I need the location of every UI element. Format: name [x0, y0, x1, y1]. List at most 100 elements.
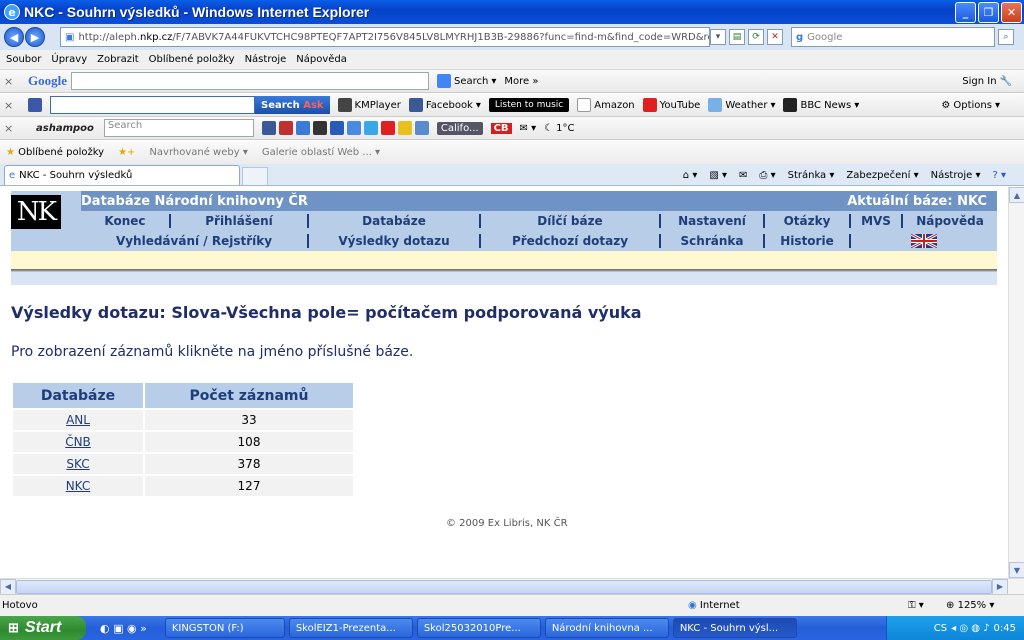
- nav-historie[interactable]: Historie: [765, 234, 851, 248]
- close-toolbar-icon[interactable]: ×: [4, 99, 18, 112]
- menu-napoveda[interactable]: Nápověda: [296, 54, 347, 65]
- web-slice-gallery[interactable]: Galerie oblastí Web ... ▾: [262, 147, 380, 158]
- stop-icon[interactable]: ✕: [767, 29, 783, 45]
- help-icon[interactable]: ? ▾: [992, 170, 1006, 181]
- task-narodni[interactable]: Národní knihovna ...: [544, 618, 669, 638]
- feeds-icon[interactable]: ▧ ▾: [709, 170, 727, 181]
- address-input[interactable]: ▣ http://aleph. nkp.cz/F/7ABVK7A44FUKVTCH…: [60, 27, 710, 47]
- radio-icon[interactable]: [312, 121, 327, 135]
- kmplayer-button[interactable]: KMPlayer: [337, 98, 401, 112]
- ashampoo-search-input[interactable]: Search: [103, 119, 254, 137]
- address-dropdown-icon[interactable]: ▾: [710, 29, 726, 45]
- nav-schranka[interactable]: Schránka: [661, 234, 765, 248]
- db-link-anl[interactable]: ANL: [66, 413, 90, 427]
- nk-logo[interactable]: NK: [11, 195, 61, 229]
- facebook-button[interactable]: Facebook ▾: [408, 98, 481, 112]
- language-indicator[interactable]: CS: [934, 623, 947, 634]
- compat-view-icon[interactable]: ▤: [729, 29, 745, 45]
- minimize-button[interactable]: _: [955, 2, 976, 23]
- quicklaunch-icons[interactable]: ◐ ▣ ◉ »: [100, 622, 147, 635]
- nav-dilci-baze[interactable]: Dílčí báze: [481, 214, 661, 228]
- print-icon[interactable]: ⎙ ▾: [759, 170, 775, 181]
- task-skoleiz1[interactable]: SkolEIZ1-Prezenta...: [288, 618, 413, 638]
- vertical-scrollbar[interactable]: ▲ ▼: [1008, 187, 1024, 578]
- weather-location[interactable]: Califo...: [436, 121, 483, 135]
- menu-upravy[interactable]: Úpravy: [51, 54, 87, 65]
- deals-icon[interactable]: [397, 121, 412, 135]
- ask-search-input[interactable]: [50, 96, 255, 114]
- youtube-icon[interactable]: [380, 121, 395, 135]
- suggested-sites[interactable]: Navrhované weby ▾: [149, 147, 247, 158]
- forward-button[interactable]: ▶: [25, 27, 45, 47]
- tools-menu[interactable]: Nástroje ▾: [931, 170, 981, 181]
- google-more-button[interactable]: More »: [504, 76, 538, 87]
- nav-napoveda[interactable]: Nápověda: [903, 214, 997, 228]
- close-button[interactable]: ✕: [1001, 2, 1022, 23]
- bbc-news-button[interactable]: BBC News ▾: [783, 98, 859, 112]
- maximize-button[interactable]: ❐: [978, 2, 999, 23]
- back-button[interactable]: ◀: [4, 27, 24, 47]
- nav-otazky[interactable]: Otázky: [765, 214, 851, 228]
- options-button[interactable]: ⚙ Options ▾: [941, 100, 1000, 111]
- media-icon[interactable]: [278, 121, 293, 135]
- zone-indicator[interactable]: ◉ Internet: [688, 600, 740, 611]
- nav-predchozi[interactable]: Předchozí dotazy: [481, 234, 661, 248]
- clock[interactable]: 0:45: [994, 623, 1016, 634]
- scroll-left-arrow[interactable]: ◀: [0, 578, 16, 595]
- weather-button[interactable]: Weather ▾: [708, 98, 775, 112]
- security-menu[interactable]: Zabezpečení ▾: [846, 170, 918, 181]
- db-link-nkc[interactable]: NKC: [66, 479, 91, 493]
- amazon-button[interactable]: Amazon: [577, 98, 635, 112]
- google-search-input[interactable]: [71, 72, 429, 90]
- menu-nastroje[interactable]: Nástroje: [245, 54, 287, 65]
- youtube-button[interactable]: YouTube: [642, 98, 700, 112]
- nav-nastaveni[interactable]: Nastavení: [661, 214, 765, 228]
- menu-oblibene[interactable]: Oblíbené položky: [149, 54, 235, 65]
- zoom-button[interactable]: ⊕ 125% ▾: [946, 600, 994, 611]
- task-kingston[interactable]: KINGSTON (F:): [164, 618, 285, 638]
- mail-icon[interactable]: ✉ ▾: [520, 123, 537, 134]
- menu-soubor[interactable]: Soubor: [6, 54, 41, 65]
- protected-mode-icon[interactable]: ⚿ ▾: [908, 600, 924, 611]
- games-icon[interactable]: [346, 121, 361, 135]
- google-search-button[interactable]: Search ▾: [437, 74, 496, 88]
- email-icon[interactable]: [414, 121, 429, 135]
- scroll-down-arrow[interactable]: ▼: [1009, 562, 1024, 578]
- refresh-icon[interactable]: ⟳: [748, 29, 764, 45]
- english-flag-icon[interactable]: [851, 232, 997, 250]
- tab-nkc[interactable]: e NKC - Souhrn výsledků: [4, 165, 240, 185]
- news-icon[interactable]: [329, 121, 344, 135]
- page-menu[interactable]: Stránka ▾: [788, 170, 835, 181]
- twitter-icon[interactable]: [363, 121, 378, 135]
- nav-mvs[interactable]: MVS: [851, 214, 903, 228]
- tray-icons[interactable]: ◂ ◎ ◍ ♪: [951, 623, 989, 634]
- listen-music-button[interactable]: Listen to music: [488, 98, 570, 112]
- browser-search-input[interactable]: g Google: [791, 27, 995, 47]
- horizontal-scrollbar[interactable]: ◀ ▶: [0, 578, 1024, 595]
- db-link-skc[interactable]: SKC: [66, 457, 89, 471]
- add-favorite-icon[interactable]: ★+: [118, 147, 135, 158]
- home-icon[interactable]: ⌂ ▾: [683, 170, 698, 181]
- task-nkc[interactable]: NKC - Souhrn výsl...: [672, 618, 797, 638]
- scroll-up-arrow[interactable]: ▲: [1009, 187, 1024, 203]
- db-link-cnb[interactable]: ČNB: [65, 435, 91, 449]
- google-signin-button[interactable]: Sign In 🔧: [962, 76, 1012, 87]
- nav-konec[interactable]: Konec: [81, 214, 171, 228]
- photo-icon[interactable]: [295, 121, 310, 135]
- nav-databaze[interactable]: Databáze: [309, 214, 481, 228]
- scroll-thumb[interactable]: [16, 579, 992, 594]
- task-skol2503[interactable]: Skol25032010Pre...: [416, 618, 541, 638]
- facebook-icon[interactable]: [261, 121, 276, 135]
- scroll-right-arrow[interactable]: ▶: [992, 578, 1008, 595]
- search-go-icon[interactable]: ⌕: [998, 29, 1014, 45]
- nav-vyhledavani[interactable]: Vyhledávání / Rejstříky: [81, 234, 309, 248]
- cb-icon[interactable]: CB: [490, 122, 512, 134]
- new-tab-button[interactable]: [242, 167, 268, 185]
- menu-zobrazit[interactable]: Zobrazit: [97, 54, 139, 65]
- nav-vysledky[interactable]: Výsledky dotazu: [309, 234, 481, 248]
- close-toolbar-icon[interactable]: ×: [4, 75, 18, 88]
- favorites-button[interactable]: ★ Oblíbené položky: [6, 147, 104, 158]
- nav-prihlaseni[interactable]: Přihlášení: [171, 214, 309, 228]
- close-toolbar-icon[interactable]: ×: [4, 122, 18, 135]
- mail-icon[interactable]: ✉: [739, 170, 747, 181]
